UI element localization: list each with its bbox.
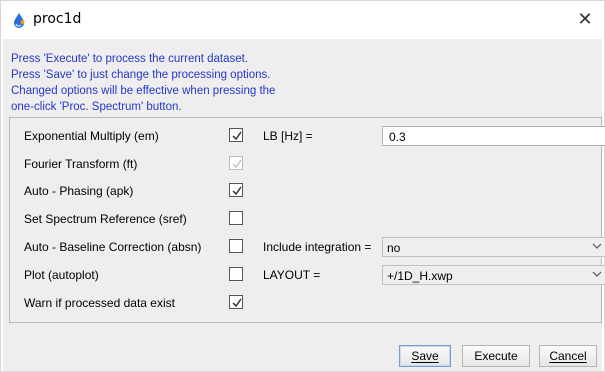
- layout-value: +/1D_H.xwp: [387, 269, 453, 283]
- title-bar: proc1d ✕: [1, 1, 604, 39]
- option-row-sref: Set Spectrum Reference (sref): [10, 207, 601, 233]
- info-text: Press 'Execute' to process the current d…: [11, 51, 275, 115]
- checkbox-ft: [229, 156, 243, 170]
- option-label-apk: Auto - Phasing (apk): [24, 184, 134, 198]
- checkmark-icon: [232, 131, 242, 141]
- cancel-button-label: Cancel: [549, 349, 587, 363]
- proc1d-dialog: proc1d ✕ Press 'Execute' to process the …: [0, 0, 605, 372]
- save-button[interactable]: Save: [399, 345, 451, 367]
- lb-label: LB [Hz] =: [263, 129, 313, 143]
- info-line: Press 'Save' to just change the processi…: [11, 69, 271, 81]
- checkbox-autoplot[interactable]: [229, 267, 243, 281]
- option-row-em: Exponential Multiply (em) LB [Hz] = 0.3: [10, 124, 605, 150]
- checkbox-warn[interactable]: [229, 295, 243, 309]
- integration-select[interactable]: no: [382, 237, 605, 257]
- execute-button-label: Execute: [474, 349, 518, 363]
- dialog-content: Press 'Execute' to process the current d…: [3, 39, 605, 371]
- option-label-em: Exponential Multiply (em): [24, 129, 159, 143]
- cancel-button[interactable]: Cancel: [539, 345, 597, 367]
- info-line: Press 'Execute' to process the current d…: [11, 53, 249, 65]
- info-line: one-click 'Proc. Spectrum' button.: [11, 101, 182, 113]
- app-drop-icon: [12, 12, 26, 28]
- option-label-absn: Auto - Baseline Correction (absn): [24, 240, 202, 254]
- chevron-down-icon: [592, 243, 602, 249]
- execute-button[interactable]: Execute: [462, 345, 530, 367]
- option-label-ft: Fourier Transform (ft): [24, 157, 138, 171]
- options-panel: Exponential Multiply (em) LB [Hz] = 0.3 …: [9, 117, 605, 323]
- integration-value: no: [387, 241, 401, 255]
- option-row-autoplot: Plot (autoplot) LAYOUT = +/1D_H.xwp: [10, 263, 605, 289]
- option-label-warn: Warn if processed data exist: [24, 296, 175, 310]
- save-button-label: Save: [411, 349, 439, 363]
- checkbox-apk[interactable]: [229, 183, 243, 197]
- option-row-absn: Auto - Baseline Correction (absn) Includ…: [10, 235, 605, 261]
- close-icon[interactable]: ✕: [572, 7, 598, 33]
- checkmark-icon: [232, 298, 242, 308]
- checkbox-absn[interactable]: [229, 239, 243, 253]
- integration-label: Include integration =: [263, 240, 372, 254]
- lb-input[interactable]: 0.3: [382, 126, 605, 146]
- checkbox-em[interactable]: [229, 128, 243, 142]
- window-title: proc1d: [33, 11, 82, 27]
- checkbox-sref[interactable]: [229, 211, 243, 225]
- option-row-ft: Fourier Transform (ft): [10, 152, 601, 178]
- info-line: Changed options will be effective when p…: [11, 85, 276, 97]
- option-label-autoplot: Plot (autoplot): [24, 268, 99, 282]
- checkmark-icon: [232, 186, 242, 196]
- layout-label: LAYOUT =: [263, 268, 321, 282]
- option-row-warn: Warn if processed data exist: [10, 291, 601, 317]
- layout-select[interactable]: +/1D_H.xwp: [382, 265, 605, 285]
- option-label-sref: Set Spectrum Reference (sref): [24, 212, 187, 226]
- chevron-down-icon: [592, 271, 602, 277]
- option-row-apk: Auto - Phasing (apk): [10, 179, 601, 205]
- checkmark-icon: [232, 159, 242, 169]
